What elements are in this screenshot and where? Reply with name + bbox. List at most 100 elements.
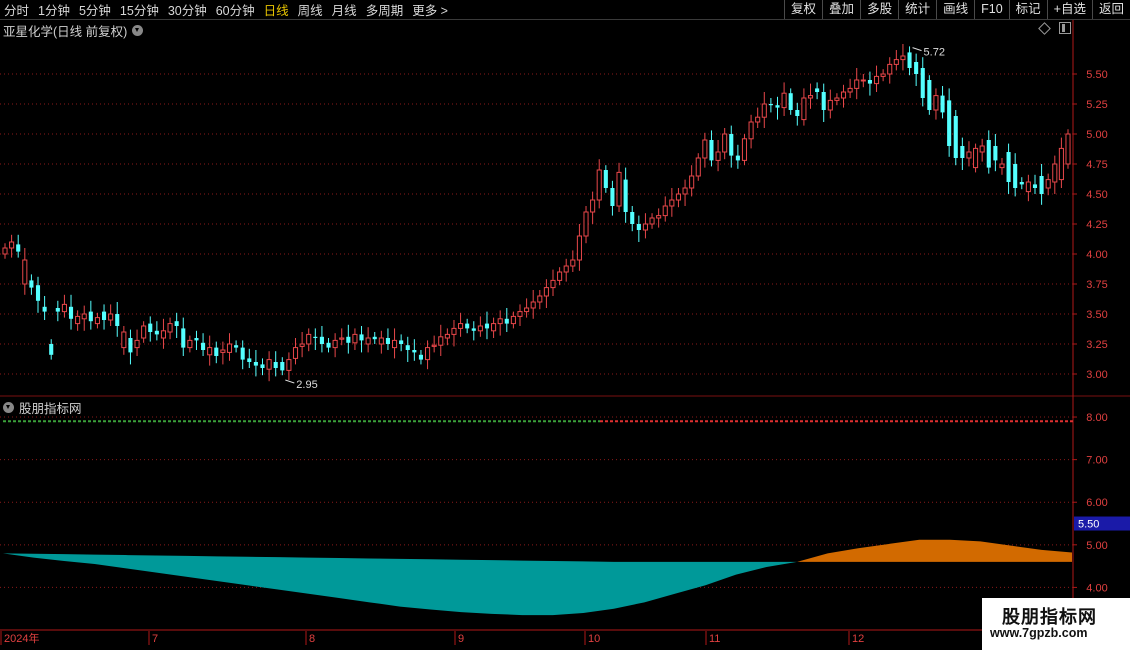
candle-body — [1065, 133, 1071, 165]
candle-body — [75, 315, 81, 325]
candle-body — [636, 224, 641, 230]
candle-body — [801, 97, 807, 121]
candle-body — [266, 359, 272, 370]
candle-body — [550, 279, 556, 289]
candle-body — [887, 63, 893, 75]
candle-body — [973, 147, 979, 169]
candle-body — [583, 211, 589, 237]
candle-body — [425, 347, 431, 361]
candle-body — [517, 311, 523, 317]
candle-body — [81, 313, 87, 320]
candle-body — [729, 134, 734, 156]
candle-body — [616, 171, 622, 207]
marker-arrow — [285, 379, 295, 384]
candle-body — [927, 80, 932, 110]
candle-body — [29, 280, 34, 288]
candle-body — [748, 121, 754, 140]
candle-body — [477, 325, 483, 332]
price-tick-label: 5.50 — [1086, 69, 1107, 81]
price-tick-label: 4.50 — [1086, 189, 1107, 201]
price-marker-label: 5.72 — [924, 47, 945, 59]
candle-body — [570, 259, 576, 267]
candle-body — [642, 223, 648, 231]
current-value-label: 5.50 — [1078, 519, 1099, 531]
price-tick-label: 5.25 — [1086, 99, 1107, 111]
candle-body — [68, 306, 74, 319]
candle-body — [154, 330, 159, 335]
candle-body — [22, 259, 28, 285]
candle-body — [662, 205, 668, 217]
candle-body — [359, 334, 364, 341]
date-label: 11 — [709, 633, 720, 645]
date-label: 9 — [458, 633, 464, 645]
candle-body — [187, 339, 193, 349]
candle-body — [893, 59, 899, 65]
candle-body — [860, 79, 866, 82]
kline-chart[interactable]: 5.50 5.25 5.00 4.75 4.50 4.25 4.00 3.75 3.50 3.25… — [0, 0, 1130, 650]
candle-body — [623, 179, 628, 212]
candle-body — [399, 340, 404, 344]
price-tick-label: 4.00 — [1086, 249, 1107, 261]
candle-body — [788, 93, 793, 110]
candle-body — [247, 358, 252, 362]
candle-body — [821, 92, 826, 110]
candle-body — [715, 151, 721, 161]
candle-body — [497, 318, 503, 325]
candle-body — [524, 307, 530, 313]
candle-body — [781, 92, 787, 109]
candle-body — [947, 100, 952, 146]
candle-body — [1013, 164, 1018, 188]
candle-body — [603, 170, 608, 188]
candle-body — [280, 362, 285, 371]
candle-body — [537, 295, 543, 303]
candle-body — [1032, 184, 1038, 188]
candle-body — [741, 138, 748, 161]
candle-body — [451, 327, 457, 335]
candle-body — [220, 349, 226, 353]
candle-body — [292, 347, 299, 359]
candle-body — [115, 314, 120, 326]
candle-body — [141, 325, 147, 339]
candle-body — [596, 169, 602, 201]
candle-body — [1019, 182, 1024, 185]
candle-body — [1006, 152, 1011, 182]
candle-body — [1052, 163, 1058, 183]
candle-body — [352, 333, 358, 344]
candle-body — [273, 362, 278, 368]
indicator-area-teal — [3, 553, 798, 616]
candle-body — [755, 116, 761, 123]
candle-body — [880, 73, 886, 77]
candle-body — [49, 344, 54, 355]
price-tick-label: 3.50 — [1086, 309, 1107, 321]
candle-body — [194, 338, 199, 341]
date-label: 10 — [588, 633, 600, 645]
candle-body — [557, 271, 563, 281]
candle-body — [761, 103, 767, 118]
candle-body — [815, 88, 820, 92]
candle-body — [543, 287, 549, 297]
candle-body — [431, 344, 437, 347]
candle-body — [214, 347, 219, 356]
price-tick-label: 5.00 — [1086, 129, 1107, 141]
candle-body — [55, 308, 60, 312]
candle-body — [101, 311, 107, 320]
candle-body — [484, 323, 490, 329]
indicator-area-orange — [797, 539, 1072, 562]
price-tick-label: 4.25 — [1086, 219, 1107, 231]
candle-body — [966, 151, 972, 159]
candle-body — [940, 95, 945, 113]
marker-arrow — [912, 47, 922, 52]
candle-body — [900, 55, 906, 61]
candle-body — [385, 338, 390, 344]
candle-body — [1058, 147, 1064, 181]
candle-body — [121, 331, 127, 349]
candle-body — [1039, 176, 1044, 194]
price-tick-label: 3.25 — [1086, 339, 1107, 351]
candle-body — [326, 342, 331, 348]
candle-body — [471, 328, 476, 331]
candle-body — [993, 146, 998, 161]
candle-body — [286, 359, 292, 371]
candle-body — [306, 333, 312, 345]
candle-body — [128, 338, 133, 353]
candle-body — [873, 75, 880, 85]
